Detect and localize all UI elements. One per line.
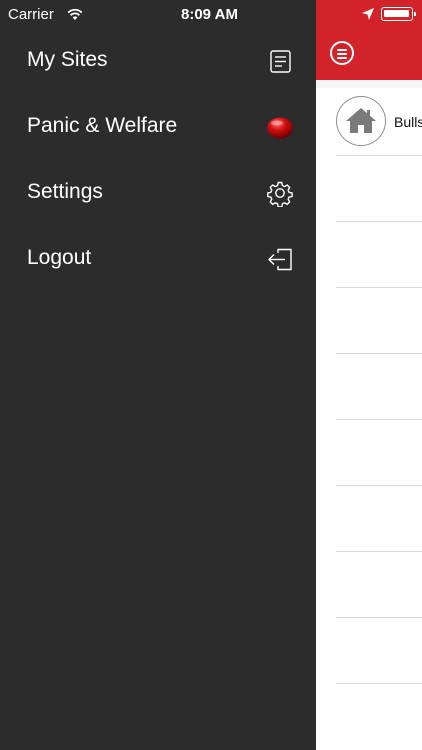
- row-divider: [336, 617, 422, 618]
- menu-item-label: My Sites: [27, 48, 108, 71]
- site-name: Bulls: [394, 114, 422, 130]
- home-icon: [336, 96, 386, 146]
- status-bar: Carrier 8:09 AM: [0, 0, 422, 30]
- row-divider: [336, 155, 422, 156]
- menu-item-label: Settings: [27, 180, 103, 203]
- list-document-icon: [266, 47, 294, 75]
- menu-item-logout[interactable]: Logout: [0, 228, 316, 288]
- clock-time: 8:09 AM: [181, 6, 238, 23]
- hamburger-menu-icon[interactable]: [330, 41, 354, 65]
- gear-icon: [266, 179, 294, 208]
- main-panel: Bulls: [316, 0, 422, 750]
- menu-item-my-sites[interactable]: My Sites: [0, 30, 316, 90]
- row-divider: [336, 683, 422, 684]
- menu-item-panic-welfare[interactable]: Panic & Welfare: [0, 96, 316, 156]
- carrier-label: Carrier: [8, 6, 54, 23]
- battery-icon: [381, 7, 416, 21]
- header-separator: [316, 80, 422, 88]
- row-divider: [336, 221, 422, 222]
- site-list-item[interactable]: Bulls: [336, 96, 422, 150]
- side-drawer: My Sites Panic & Welfare Settings Logout: [0, 0, 316, 750]
- menu-item-settings[interactable]: Settings: [0, 162, 316, 222]
- row-divider: [336, 353, 422, 354]
- row-divider: [336, 287, 422, 288]
- row-divider: [336, 419, 422, 420]
- row-divider: [336, 485, 422, 486]
- wifi-icon: [66, 6, 84, 22]
- row-divider: [336, 551, 422, 552]
- menu-item-label: Panic & Welfare: [27, 114, 178, 137]
- red-panic-button-icon: [266, 113, 294, 141]
- location-arrow-icon: [361, 7, 375, 21]
- logout-icon: [266, 245, 294, 273]
- menu-item-label: Logout: [27, 246, 92, 269]
